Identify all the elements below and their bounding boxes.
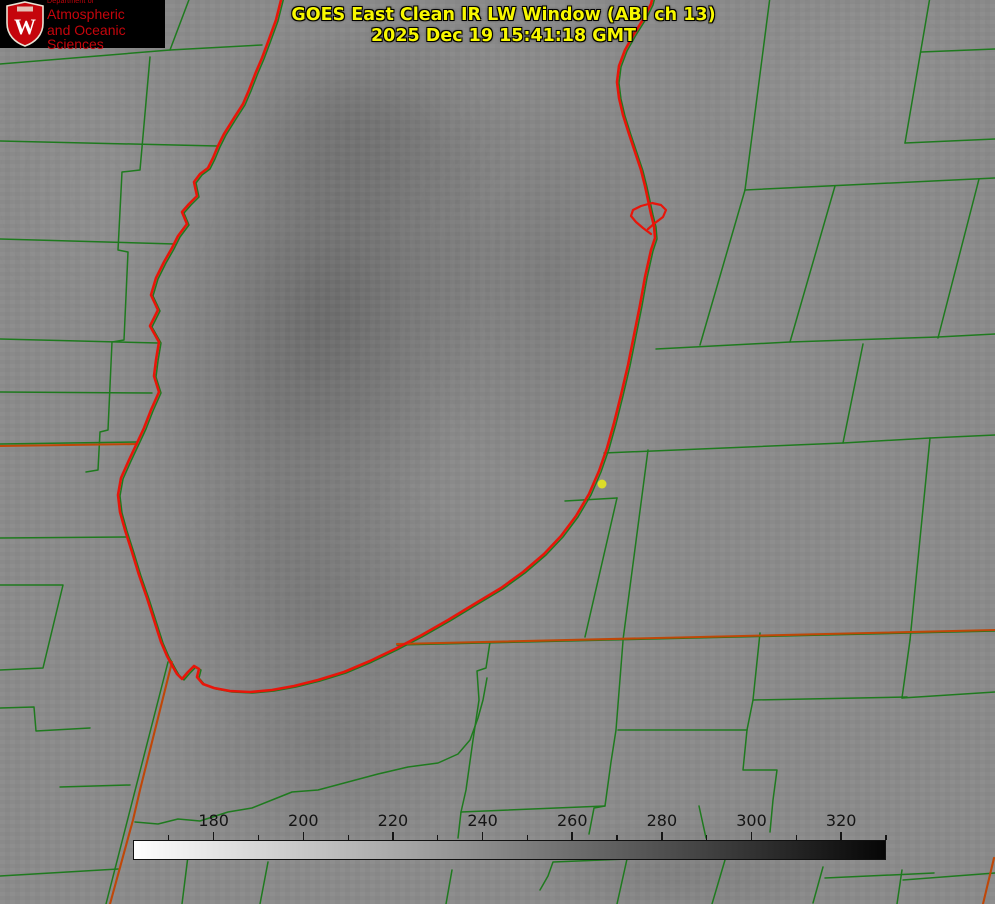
county-line	[0, 238, 176, 245]
county-line	[901, 691, 995, 699]
county-line	[564, 497, 618, 502]
colorbar-minor-tick	[257, 835, 260, 840]
county-line	[603, 434, 995, 454]
county-line	[789, 185, 836, 343]
map-overlay	[0, 0, 995, 904]
title-line1: GOES East Clean IR LW Window (ABI ch 13)	[291, 5, 716, 25]
county-line	[901, 639, 911, 699]
colorbar-minor-tick	[795, 835, 797, 840]
county-line	[0, 868, 119, 877]
colorbar-tick-label: 220	[377, 811, 409, 830]
county-line	[539, 858, 628, 904]
colorbar-minor-tick	[347, 835, 349, 840]
title-line2: 2025 Dec 19 15:41:18 GMT	[371, 26, 636, 46]
county-line	[746, 632, 761, 731]
state-line	[395, 628, 995, 646]
state-boundaries	[0, 442, 995, 904]
colorbar-major-tick	[392, 832, 394, 840]
county-line	[0, 391, 153, 394]
river-line	[134, 677, 488, 825]
colorbar-tick-label: 200	[288, 811, 319, 830]
county-line	[181, 855, 189, 904]
county-line	[584, 497, 618, 638]
colorbar-major-tick	[302, 832, 305, 840]
colorbar-major-tick	[571, 832, 574, 840]
county-line	[0, 140, 218, 147]
location-marker-dot	[597, 479, 607, 489]
state-line	[981, 856, 995, 904]
county-line	[744, 177, 995, 191]
county-line	[699, 189, 746, 346]
colorbar-tick-label: 260	[556, 811, 588, 830]
colorbar-major-tick	[750, 832, 753, 840]
county-line	[0, 338, 159, 344]
county-line	[445, 869, 453, 904]
county-line	[937, 178, 980, 339]
county-line	[698, 805, 707, 839]
county-boundaries	[0, 0, 995, 904]
county-line	[0, 584, 64, 671]
county-line	[752, 696, 908, 701]
county-line	[904, 138, 995, 144]
county-line	[920, 48, 995, 53]
colorbar-tick-label: 280	[646, 811, 678, 830]
county-line	[0, 706, 91, 732]
county-line	[85, 56, 151, 473]
colorbar-tick-label: 240	[467, 811, 498, 830]
county-line	[59, 784, 131, 788]
satellite-image-viewport: W Department of Atmospheric and Oceanic …	[0, 0, 995, 904]
colorbar-minor-tick	[168, 835, 170, 840]
county-line	[622, 449, 649, 641]
colorbar-minor-tick	[526, 835, 529, 840]
state-line	[108, 660, 174, 904]
colorbar-major-tick	[481, 832, 484, 840]
county-line	[0, 536, 127, 539]
county-line	[711, 859, 726, 904]
colorbar-major-tick	[840, 832, 842, 840]
image-title: GOES East Clean IR LW Window (ABI ch 13)…	[6, 5, 995, 47]
colorbar-tick-label: 180	[198, 811, 229, 830]
colorbar-minor-tick	[437, 835, 439, 840]
shoreline-county-underlay	[119, 0, 658, 694]
county-line	[824, 872, 935, 879]
colorbar-major-tick	[212, 832, 215, 840]
county-line	[909, 437, 931, 641]
county-line	[259, 861, 269, 904]
colorbar-tick-label: 300	[736, 811, 767, 830]
county-line	[457, 641, 491, 839]
colorbar-minor-tick	[706, 835, 708, 840]
county-line	[105, 661, 169, 904]
colorbar-tick-label: 320	[825, 811, 857, 830]
lake-shoreline	[116, 0, 657, 694]
county-line	[812, 866, 824, 904]
colorbar-minor-tick	[885, 835, 887, 840]
colorbar-major-tick	[661, 832, 663, 840]
temperature-colorbar	[133, 840, 886, 860]
colorbar-minor-tick	[616, 835, 618, 840]
county-line	[588, 640, 624, 835]
county-line	[655, 333, 995, 350]
county-line	[842, 343, 864, 444]
